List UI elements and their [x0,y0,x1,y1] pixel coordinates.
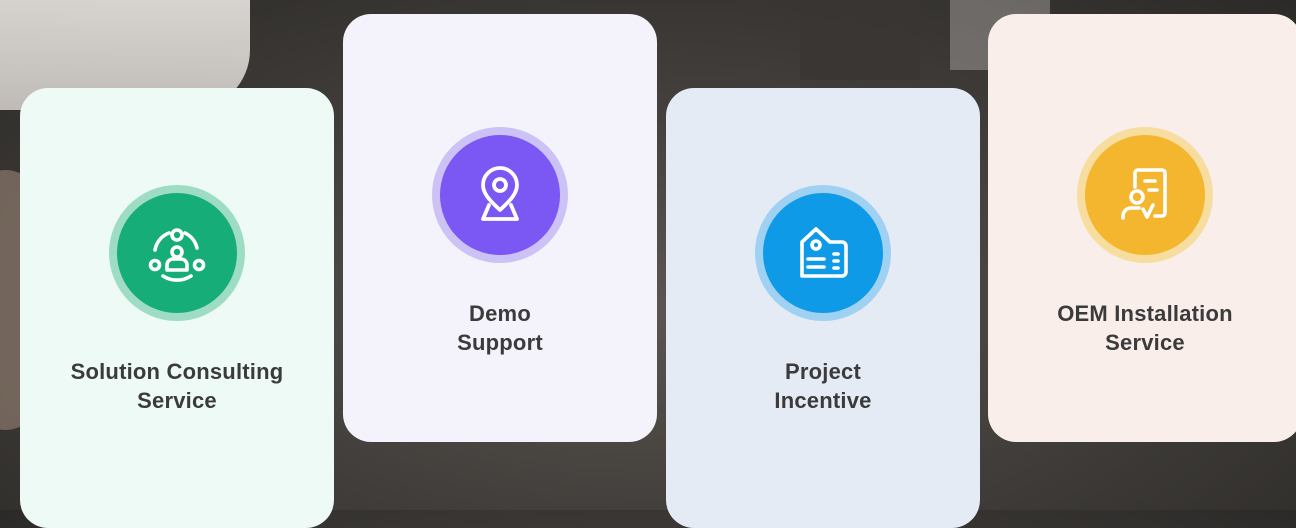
icon-ring [1077,127,1213,263]
card-project-incentive[interactable]: Project Incentive [666,88,980,528]
icon-disc [1085,135,1205,255]
icon-disc [117,193,237,313]
icon-ring [432,127,568,263]
icon-ring [109,185,245,321]
user-document-icon [1121,168,1167,220]
card-label: Demo Support [457,301,543,355]
icon-ring [755,185,891,321]
card-label: Project Incentive [774,359,872,413]
id-badge-icon [800,227,848,278]
location-pin-icon [481,166,519,221]
card-demo-support[interactable]: Demo Support [343,14,657,442]
icon-disc [440,135,560,255]
card-oem-installation[interactable]: OEM Installation Service [988,14,1296,442]
consulting-network-icon [148,228,206,282]
card-label: OEM Installation Service [1057,301,1233,355]
card-solution-consulting[interactable]: Solution Consulting Service [20,88,334,528]
card-label: Solution Consulting Service [70,359,284,413]
icon-disc [763,193,883,313]
